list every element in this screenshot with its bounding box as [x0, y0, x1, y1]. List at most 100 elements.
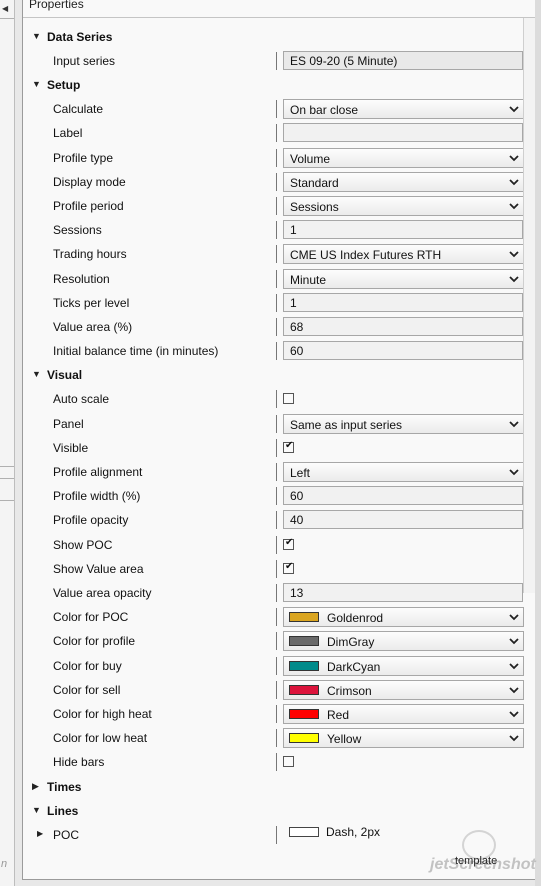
- dropdown-value: Sessions: [290, 200, 339, 214]
- category-row-data-series[interactable]: ▼ Data Series: [23, 25, 523, 49]
- chevron-down-icon[interactable]: [508, 418, 520, 430]
- dropdown-value: On bar close: [290, 103, 359, 118]
- column-divider: [276, 608, 277, 627]
- profile-type-dropdown[interactable]: Volume: [283, 147, 524, 168]
- column-divider: [276, 245, 277, 264]
- profile-period-dropdown[interactable]: Sessions: [283, 196, 524, 216]
- show-poc-checkbox[interactable]: ✔: [283, 536, 294, 550]
- expand-down-icon[interactable]: ▼: [32, 805, 41, 815]
- field-value: 40: [290, 513, 304, 528]
- display-mode-dropdown[interactable]: Standard: [283, 171, 524, 192]
- checkmark-icon: ✔: [285, 560, 294, 572]
- show-value-area-checkbox[interactable]: ✔: [283, 560, 294, 574]
- column-divider: [276, 729, 277, 748]
- property-row-sessions: Sessions 1: [23, 218, 523, 242]
- color-for-poc-dropdown[interactable]: Goldenrod: [283, 607, 524, 628]
- property-label: Show POC: [53, 537, 113, 552]
- color-for-profile-dropdown[interactable]: DimGray: [283, 631, 524, 652]
- property-label: Display mode: [53, 174, 126, 189]
- initial-balance-time-in-minutes-field[interactable]: 60: [283, 341, 523, 361]
- category-row-visual[interactable]: ▼ Visual: [23, 363, 523, 387]
- property-label: Sessions: [53, 223, 102, 238]
- calculate-dropdown[interactable]: On bar close: [283, 99, 524, 120]
- dropdown-value: Same as input series: [290, 417, 403, 432]
- checkmark-icon: ✔: [285, 439, 294, 451]
- visible-checkbox[interactable]: ✔: [283, 439, 294, 453]
- property-label: Color for high heat: [53, 707, 152, 721]
- field-value: 60: [290, 344, 304, 359]
- color-for-low-heat-dropdown[interactable]: Yellow: [283, 728, 524, 749]
- left-panel-strip: ◀ n: [0, 0, 15, 886]
- property-row-initial-balance-time-in-minutes: Initial balance time (in minutes) 60: [23, 339, 523, 363]
- dropdown-value: Standard: [290, 175, 339, 190]
- category-row-lines[interactable]: ▼ Lines: [23, 799, 523, 823]
- column-divider: [276, 293, 277, 312]
- property-label: Color for profile: [53, 634, 136, 649]
- chevron-down-icon[interactable]: [508, 273, 520, 285]
- chevron-down-icon[interactable]: [508, 200, 520, 212]
- property-row-color-for-low-heat: Color for low heat Yellow: [23, 726, 524, 750]
- color-swatch: [289, 684, 319, 695]
- profile-width-field[interactable]: 60: [283, 486, 523, 506]
- category-label: Visual: [47, 368, 83, 383]
- chevron-down-icon[interactable]: [508, 732, 520, 744]
- property-label: Ticks per level: [53, 295, 130, 310]
- auto-scale-checkbox[interactable]: [283, 393, 294, 405]
- expand-down-icon[interactable]: ▼: [32, 369, 41, 379]
- profile-opacity-field[interactable]: 40: [283, 510, 523, 530]
- chevron-down-icon[interactable]: [508, 466, 520, 478]
- property-row-value-area: Value area (%) 68: [23, 315, 523, 339]
- checkmark-icon: ✔: [285, 536, 294, 548]
- property-row-profile-type: Profile type Volume: [23, 146, 524, 170]
- sessions-field[interactable]: 1: [283, 220, 523, 240]
- column-divider: [276, 656, 277, 675]
- chevron-down-icon[interactable]: [508, 103, 520, 115]
- property-label: Resolution: [53, 271, 110, 286]
- trading-hours-dropdown[interactable]: CME US Index Futures RTH: [283, 244, 524, 265]
- color-for-sell-dropdown[interactable]: Crimson: [283, 679, 524, 700]
- property-label: Value area (%): [53, 320, 133, 334]
- resolution-dropdown[interactable]: Minute: [283, 268, 524, 289]
- property-row-poc: ▶ POC Dash, 2px: [23, 823, 523, 847]
- value-area-opacity-field[interactable]: 13: [283, 583, 523, 602]
- expand-down-icon[interactable]: ▼: [32, 31, 41, 41]
- category-row-times[interactable]: ▶ Times: [23, 775, 523, 799]
- category-row-setup[interactable]: ▼ Setup: [23, 73, 523, 97]
- column-divider: [276, 148, 277, 167]
- collapse-arrow-icon[interactable]: ◀: [2, 4, 8, 13]
- profile-alignment-dropdown[interactable]: Left: [283, 462, 524, 482]
- color-for-high-heat-dropdown[interactable]: Red: [283, 704, 524, 724]
- column-divider: [276, 124, 277, 143]
- chevron-down-icon[interactable]: [508, 635, 520, 647]
- template-button[interactable]: template: [455, 855, 497, 867]
- property-row-panel: Panel Same as input series: [23, 412, 524, 436]
- column-divider: [276, 197, 277, 215]
- property-label: Trading hours: [53, 247, 127, 262]
- property-label: Profile type: [53, 150, 114, 165]
- chevron-down-icon[interactable]: [508, 611, 520, 623]
- color-for-buy-dropdown[interactable]: DarkCyan: [283, 655, 524, 676]
- chevron-down-icon[interactable]: [508, 660, 520, 672]
- property-row-color-for-high-heat: Color for high heat Red: [23, 702, 524, 726]
- expand-right-icon[interactable]: ▶: [32, 781, 39, 792]
- property-row-trading-hours: Trading hours CME US Index Futures RTH: [23, 242, 524, 266]
- panel-dropdown[interactable]: Same as input series: [283, 413, 524, 434]
- value-area-field[interactable]: 68: [283, 317, 523, 336]
- ticks-per-level-field[interactable]: 1: [283, 292, 523, 312]
- chevron-down-icon[interactable]: [508, 152, 520, 164]
- chevron-down-icon[interactable]: [508, 708, 520, 720]
- property-row-color-for-buy: Color for buy DarkCyan: [23, 654, 524, 678]
- chevron-down-icon[interactable]: [508, 684, 520, 696]
- hide-bars-checkbox[interactable]: [283, 756, 294, 768]
- expand-right-icon[interactable]: ▶: [37, 829, 43, 838]
- chevron-down-icon[interactable]: [508, 176, 520, 188]
- property-row-visible: Visible ✔: [23, 436, 523, 460]
- column-divider: [276, 318, 277, 336]
- expand-down-icon[interactable]: ▼: [32, 79, 41, 89]
- category-label: Times: [47, 779, 82, 794]
- property-label: Color for POC: [53, 610, 129, 625]
- dropdown-value: Volume: [290, 151, 331, 166]
- label-field[interactable]: [283, 123, 523, 143]
- chevron-down-icon[interactable]: [508, 248, 520, 260]
- window-edge: [535, 0, 541, 886]
